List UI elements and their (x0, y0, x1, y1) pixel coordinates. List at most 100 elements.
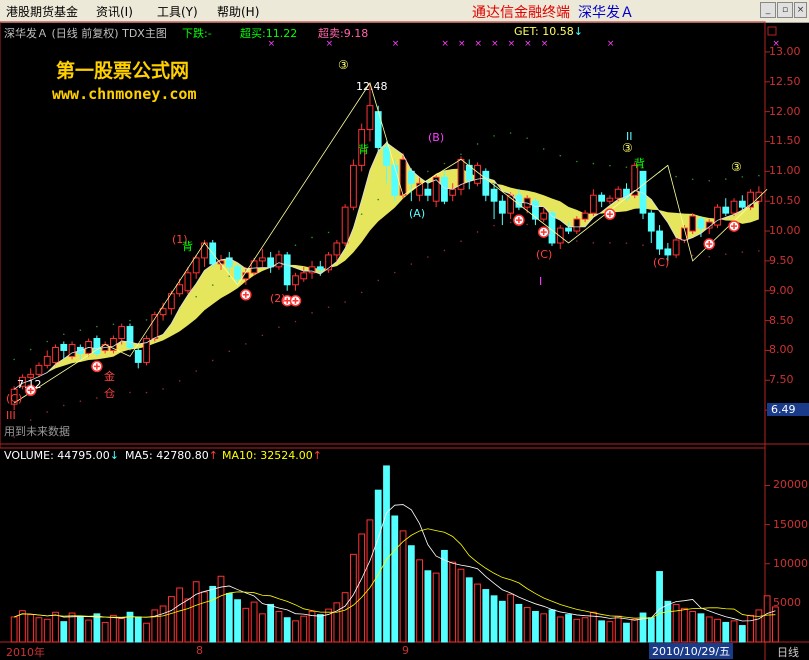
lower-channel-dot (592, 242, 595, 244)
candle-body (234, 266, 241, 280)
upper-channel-dot (112, 323, 115, 326)
volume-bar (548, 609, 556, 643)
upper-channel-dot (509, 132, 512, 134)
price-tick-label: 11.00 (769, 164, 801, 178)
watermark-url: www.chnmoney.com (52, 85, 197, 103)
lower-channel-dot (758, 250, 760, 252)
upper-channel-dot (278, 250, 280, 253)
lower-channel-dot (195, 370, 197, 372)
axis-settings-icon (767, 26, 777, 36)
lower-channel-dot (393, 271, 396, 274)
header-stock: 深华发Ａ (4, 27, 48, 40)
jin-label: 金 (104, 370, 115, 383)
volume-bar (134, 616, 142, 643)
lower-channel-dot (443, 249, 446, 252)
top-x-marker: × (475, 39, 483, 49)
candle-body (399, 158, 407, 196)
candle-body (598, 194, 606, 202)
lower-channel-dot (724, 253, 727, 255)
volume-bar (738, 625, 746, 643)
volume-bar (763, 595, 771, 643)
candle-body (341, 206, 349, 244)
bei-label-2: 背 (634, 157, 645, 170)
volume-bar (391, 515, 399, 643)
upper-channel-dot (129, 319, 131, 322)
wave-C-left: (C) (6, 392, 23, 405)
volume-bar (730, 620, 738, 643)
candle-body (267, 257, 275, 268)
upper-channel-dot (443, 162, 446, 165)
candle-body (35, 364, 43, 375)
volume-bar (93, 613, 101, 643)
arrow-down-icon: ↓ (573, 25, 583, 38)
volume-bar (714, 618, 721, 643)
candle-body (449, 188, 457, 196)
candle-body (333, 242, 341, 256)
candle-body (656, 230, 663, 250)
volume-bar (507, 593, 515, 643)
volume-label: VOLUME: (4, 449, 54, 462)
xia-die-label: 下跌: (182, 27, 208, 40)
candle-body (589, 194, 597, 214)
candle-body (722, 206, 730, 214)
top-x-marker: × (441, 39, 449, 49)
candle-body (275, 254, 283, 268)
volume-bar (292, 620, 299, 643)
volume-bar (118, 618, 126, 643)
volume-bar (656, 571, 663, 643)
lower-channel-dot (360, 291, 363, 294)
upper-channel-dot (592, 162, 595, 165)
candle-body (192, 257, 200, 274)
volume-bar (664, 600, 672, 643)
volume-bar (407, 545, 415, 643)
candle-body (532, 200, 539, 220)
candle-body (482, 170, 490, 196)
candle-body (606, 197, 614, 202)
volume-tick-label: 15000 (773, 517, 808, 531)
volume-bar (242, 607, 250, 643)
date-year: 2010年 (6, 646, 45, 659)
volume-bar (399, 530, 407, 643)
volume-bar (457, 568, 465, 643)
ma5-label: MA5: (125, 449, 153, 462)
wave-2: (2) (270, 292, 286, 305)
wave-B: (B) (428, 131, 445, 144)
volume-bar (258, 613, 266, 643)
volume-bar (474, 583, 481, 643)
lower-channel-dot (741, 251, 744, 253)
wave-zigzag (13, 82, 768, 404)
chart-header: 深华发Ａ (日线 前复权) TDX主图 (4, 25, 167, 41)
candle-body (407, 170, 415, 184)
candle-body (350, 164, 357, 208)
price-tick-label: 11.50 (769, 134, 801, 148)
lower-channel-dot (344, 301, 346, 303)
volume-bar (234, 599, 241, 643)
volume-bar (60, 621, 68, 643)
upper-channel-dot (741, 176, 744, 178)
get-readout: GET: 10.58↓ (514, 25, 583, 38)
volume-bar (416, 559, 423, 643)
lower-channel-dot (46, 411, 49, 413)
upper-channel-dot (294, 244, 297, 247)
candle-body (689, 215, 697, 232)
arrow-up-icon: ↑ (312, 449, 322, 462)
date-month-9: 9 (402, 644, 409, 657)
volume-bar (43, 618, 51, 643)
lower-channel-dot (625, 242, 628, 244)
candle-body (730, 200, 738, 214)
lower-channel-dot (96, 397, 98, 399)
candle-body (300, 272, 308, 280)
volume-bar (10, 616, 18, 643)
xia-die-value: - (207, 27, 212, 40)
bei-label-1: 背 (358, 143, 369, 156)
chao-mai-readout: 超买:11.22 (240, 25, 297, 41)
lower-channel-dot (79, 400, 82, 402)
volume-bar (755, 609, 763, 643)
volume-bar (374, 489, 382, 643)
watermark-site-name: 第一股票公式网 (56, 60, 190, 82)
volume-bar (101, 621, 109, 643)
candle-body (126, 326, 134, 348)
upper-channel-dot (691, 178, 694, 181)
chao-mai-label: 超买: (240, 27, 266, 40)
period-tab[interactable]: 日线 (777, 644, 799, 660)
